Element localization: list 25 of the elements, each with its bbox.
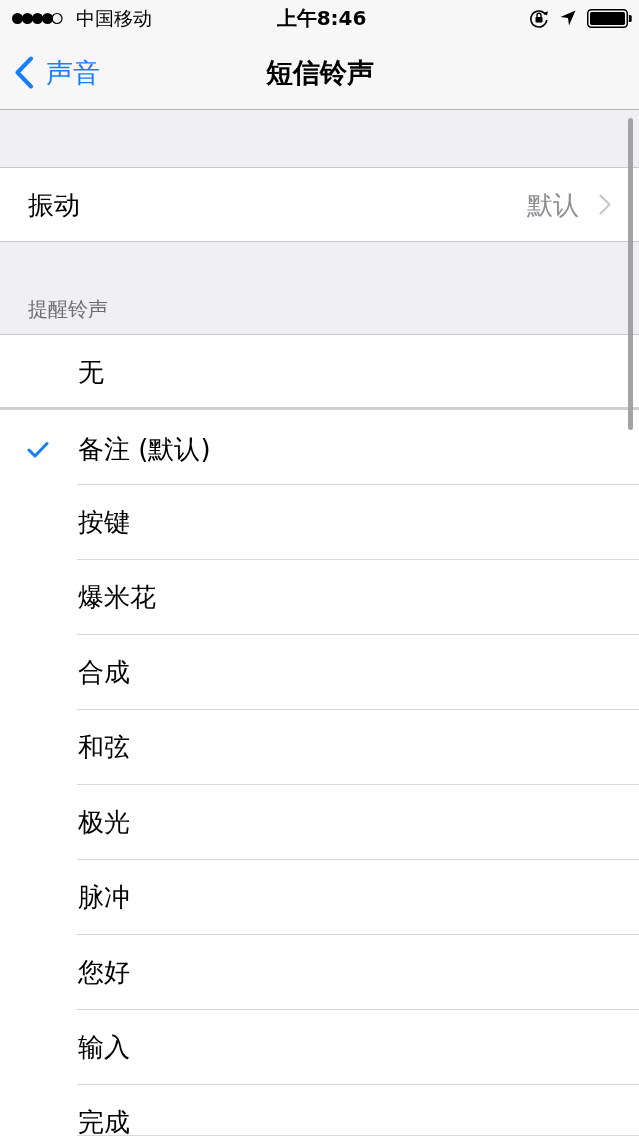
carrier-name: 中国移动	[76, 6, 152, 30]
tone-option[interactable]: 输入	[0, 1010, 639, 1085]
tone-option[interactable]: 和弦	[0, 710, 639, 785]
signal-strength-icon	[11, 11, 63, 25]
back-button[interactable]: 声音	[14, 55, 100, 90]
tone-option[interactable]: 无	[0, 335, 639, 407]
vibration-setting-row[interactable]: 振动 默认	[0, 167, 639, 242]
tone-option[interactable]: 脉冲	[0, 860, 639, 935]
status-time: 上午8:46	[276, 6, 367, 30]
tone-option[interactable]: 按键	[0, 485, 639, 560]
vibration-label: 振动	[28, 188, 80, 222]
tone-option[interactable]: 完成	[0, 1085, 639, 1136]
vibration-value: 默认	[527, 188, 579, 222]
battery-icon	[587, 8, 632, 28]
rotation-lock-icon	[529, 8, 549, 28]
tone-option[interactable]: 您好	[0, 935, 639, 1010]
screen-title: 短信铃声	[265, 55, 374, 90]
location-arrow-icon	[560, 10, 576, 26]
tone-option[interactable]: 合成	[0, 635, 639, 710]
back-chevron-icon	[14, 56, 34, 89]
tone-option[interactable]: 备注 (默认)	[0, 410, 639, 485]
tone-option[interactable]: 极光	[0, 785, 639, 860]
section-header: 提醒铃声	[28, 296, 108, 322]
tone-option[interactable]: 爆米花	[0, 560, 639, 635]
disclosure-chevron-icon	[599, 194, 611, 215]
